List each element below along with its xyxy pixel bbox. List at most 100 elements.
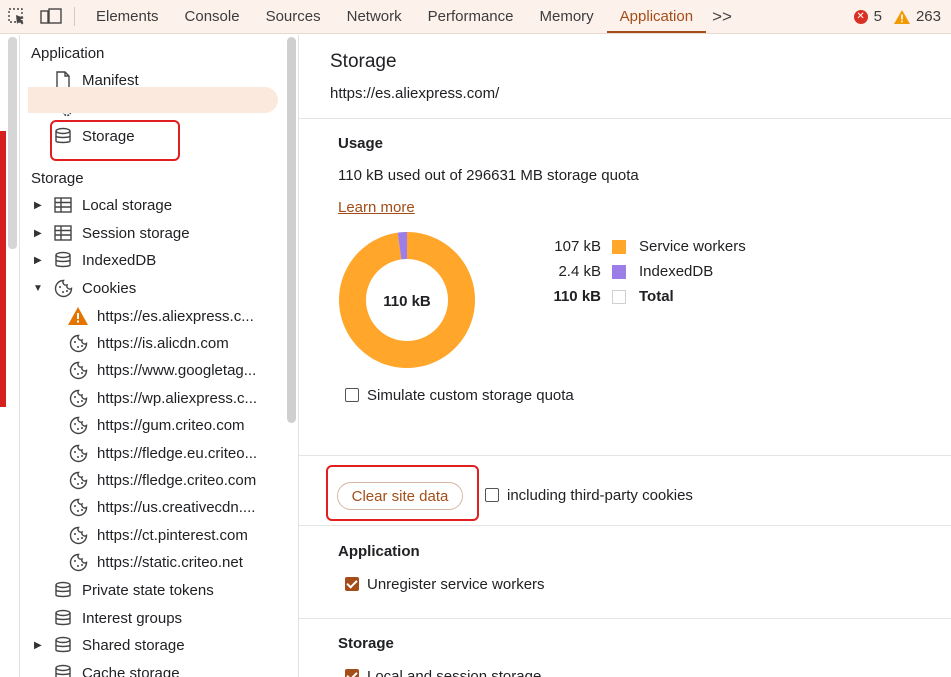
expand-arrow-icon[interactable]: ▶ — [34, 255, 42, 266]
legend-row: 2.4 kB IndexedDB — [539, 263, 713, 280]
cookie-origin-item[interactable]: https://ct.pinterest.com — [68, 522, 248, 548]
device-toolbar-icon[interactable] — [34, 0, 68, 33]
cookie-origin-item[interactable]: https://es.aliexpress.c... — [68, 303, 254, 329]
cookie-icon — [68, 498, 88, 518]
cookie-origin-item[interactable]: https://fledge.criteo.com — [68, 467, 256, 493]
tab-console[interactable]: Console — [172, 0, 253, 33]
tab-memory[interactable]: Memory — [527, 0, 607, 33]
donut-center-label: 110 kB — [383, 293, 431, 310]
legend-value: 2.4 kB — [558, 263, 601, 280]
origin-url: https://es.aliexpress.com/ — [330, 85, 500, 102]
third-party-cookies-checkbox[interactable] — [485, 488, 499, 502]
third-party-cookies-label: including third-party cookies — [507, 487, 693, 504]
legend-swatch — [612, 239, 626, 254]
unregister-service-workers-checkbox[interactable] — [345, 577, 359, 591]
cookie-origin-label: https://is.alicdn.com — [97, 334, 229, 352]
legend-row: 110 kB Total — [539, 288, 673, 305]
legend-swatch — [612, 264, 626, 279]
local-session-storage-label: Local and session storage — [367, 668, 542, 677]
tab-elements[interactable]: Elements — [83, 0, 172, 33]
sidebar-item-label: Local storage — [82, 196, 173, 214]
page-scrollbar[interactable] — [8, 37, 17, 249]
cookie-origin-item[interactable]: https://fledge.eu.criteo... — [68, 440, 257, 466]
database-icon — [53, 580, 73, 600]
cookie-origin-label: https://es.aliexpress.c... — [97, 307, 254, 325]
warning-icon — [68, 306, 88, 326]
sidebar-item-label: Session storage — [82, 224, 190, 242]
sidebar-item-label: IndexedDB — [82, 251, 157, 269]
cookie-origin-label: https://www.googletag... — [97, 362, 257, 380]
cookie-origin-label: https://ct.pinterest.com — [97, 526, 248, 544]
cookie-icon — [68, 553, 88, 573]
sidebar-item-indexeddb[interactable]: ▶ IndexedDB — [34, 247, 157, 273]
storage-header: Storage — [338, 635, 394, 652]
table-icon — [53, 223, 73, 243]
cookie-origin-label: https://wp.aliexpress.c... — [97, 389, 258, 407]
cookie-icon — [68, 361, 88, 381]
simulate-quota-checkbox[interactable] — [345, 388, 359, 402]
section-divider — [299, 455, 951, 456]
learn-more-link[interactable]: Learn more — [338, 199, 415, 216]
cookie-icon — [68, 525, 88, 545]
sidebar-scrollbar[interactable] — [287, 37, 296, 423]
sidebar-header-storage: Storage — [31, 170, 84, 187]
cookie-origin-item[interactable]: https://us.creativecdn.... — [68, 495, 255, 521]
inspect-element-icon[interactable] — [0, 0, 34, 33]
usage-text: 110 kB used out of 296631 MB storage quo… — [338, 167, 639, 184]
sidebar-item-cache-storage[interactable]: Cache storage — [53, 660, 180, 677]
section-divider — [299, 118, 951, 119]
section-divider — [299, 618, 951, 619]
tab-network[interactable]: Network — [334, 0, 415, 33]
error-count: 5 — [873, 8, 882, 25]
database-icon — [53, 608, 73, 628]
sidebar-item-label: Private state tokens — [82, 581, 214, 599]
usage-header: Usage — [338, 135, 384, 152]
table-icon — [53, 195, 73, 215]
issues-counter[interactable]: ✕ 5 263 — [853, 0, 951, 33]
tab-sources[interactable]: Sources — [253, 0, 334, 33]
cookie-origin-item[interactable]: https://gum.criteo.com — [68, 413, 245, 439]
page-edge-accent — [0, 131, 6, 407]
cookie-origin-item[interactable]: https://wp.aliexpress.c... — [68, 385, 257, 411]
devtools-toolbar: Elements Console Sources Network Perform… — [0, 0, 951, 34]
simulate-quota-label: Simulate custom storage quota — [367, 387, 574, 404]
cookie-origin-item[interactable]: https://static.criteo.net — [68, 550, 243, 576]
cookie-icon — [68, 416, 88, 436]
sidebar-item-local-storage[interactable]: ▶ Local storage — [34, 192, 173, 218]
tab-performance[interactable]: Performance — [415, 0, 527, 33]
cookie-icon — [68, 333, 88, 353]
sidebar-item-interest-groups[interactable]: Interest groups — [53, 605, 182, 631]
sidebar-item-cookies[interactable]: ▼ Cookies — [33, 275, 137, 301]
tab-application[interactable]: Application — [606, 0, 707, 33]
page-title: Storage — [330, 51, 397, 72]
highlight-box-clear-site-data — [326, 465, 479, 521]
sidebar-item-session-storage[interactable]: ▶ Session storage — [34, 220, 190, 246]
database-icon — [53, 250, 73, 270]
toolbar-separator — [74, 7, 75, 26]
legend-label: IndexedDB — [639, 263, 714, 280]
sidebar-item-private-state-tokens[interactable]: Private state tokens — [53, 577, 214, 603]
sidebar-item-label: Cache storage — [82, 664, 180, 677]
cookie-origin-item[interactable]: https://is.alicdn.com — [68, 330, 229, 356]
unregister-service-workers-label: Unregister service workers — [367, 576, 545, 593]
page-edge-strip — [0, 35, 20, 677]
sidebar-item-label: Shared storage — [82, 636, 185, 654]
application-header: Application — [338, 543, 420, 560]
more-tabs-button[interactable]: >> — [706, 0, 738, 33]
cookie-origin-label: https://fledge.criteo.com — [97, 471, 257, 489]
storage-panel: Storage https://es.aliexpress.com/ Usage… — [299, 35, 951, 677]
cookie-origin-item[interactable]: https://www.googletag... — [68, 358, 256, 384]
cookie-origin-label: https://us.creativecdn.... — [97, 499, 256, 517]
legend-label: Service workers — [639, 238, 746, 255]
expand-arrow-icon[interactable]: ▶ — [34, 200, 42, 211]
expand-arrow-icon[interactable]: ▶ — [34, 640, 42, 651]
expand-arrow-icon[interactable]: ▶ — [34, 228, 42, 239]
database-icon — [53, 635, 73, 655]
warning-count: 263 — [915, 8, 941, 25]
local-session-storage-checkbox[interactable] — [345, 669, 359, 677]
sidebar-item-label: Cookies — [82, 279, 137, 297]
collapse-arrow-icon[interactable]: ▼ — [33, 283, 43, 294]
sidebar-item-label: Interest groups — [82, 609, 183, 627]
sidebar-item-shared-storage[interactable]: ▶ Shared storage — [34, 632, 185, 658]
